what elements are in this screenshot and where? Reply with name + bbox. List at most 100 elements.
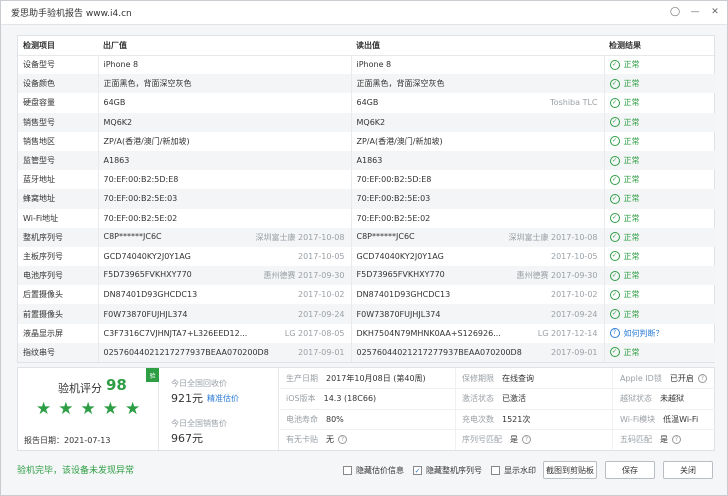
read-cell: GCD74040KY2J0Y1AG 2017-10-05	[350, 246, 604, 267]
factory-cell: C3F7316C7VJHNJTA7+L326EED12... LG 2017-08…	[97, 323, 351, 343]
read-sub: 2017-09-24	[551, 309, 598, 319]
item-cell: 后置摄像头	[23, 290, 63, 300]
factory-cell: F5D73965FVKHXY770 惠州德赛 2017-09-30	[97, 266, 351, 286]
read-cell: ZP/A(香港/澳门/新加坡)	[350, 131, 604, 151]
col-read: 读出值	[351, 36, 604, 56]
score-label: 验机评分	[58, 382, 102, 395]
production-date: 生产日期 2017年10月08日 (第40周)	[286, 373, 426, 383]
result-cell: ✓ 正常	[603, 304, 716, 324]
check-circle-icon: ✓	[609, 59, 620, 70]
pin-icon[interactable]: ◯	[667, 4, 683, 20]
result-text: 正常	[623, 117, 640, 127]
item-cell: 蓝牙地址	[23, 175, 55, 185]
check-circle-icon: ✓	[609, 117, 620, 128]
star-icon: ★	[125, 399, 141, 419]
factory-value: 正面黑色，背面深空灰色	[103, 79, 192, 89]
read-cell: DKH7504N79MHNK0AA+S126926... LG 2017-12-1…	[350, 323, 604, 343]
save-button[interactable]: 保存	[605, 461, 655, 479]
result-text: 正常	[623, 271, 640, 281]
factory-sub: 2017-09-24	[298, 309, 345, 319]
read-cell: F0W73870FUJHJL374 2017-09-24	[350, 304, 604, 324]
read-sub: 惠州德赛 2017-09-30	[516, 271, 598, 281]
item-cell: 主板序列号	[23, 251, 63, 261]
check-circle-icon: ✓	[609, 213, 620, 224]
read-value: DN87401D93GHCDC13	[356, 290, 451, 300]
estimate-link[interactable]: 精准估价	[207, 393, 239, 404]
hide-price-checkbox[interactable]: 隐藏估价信息	[343, 465, 404, 476]
table-row: 监管型号 A1863 A1863 ✓ 正常	[18, 150, 716, 171]
factory-value: F0W73870FUJHJL374	[103, 309, 188, 319]
read-value: 02576044021217277937BEAA070200D8	[356, 347, 522, 357]
minimize-icon[interactable]: —	[687, 4, 703, 20]
col-item: 检测项目	[18, 36, 98, 56]
read-cell: DN87401D93GHCDC13 2017-10-02	[350, 285, 604, 305]
check-table: 检测项目 出厂值 读出值 检测结果 设备型号 iPhone 8 iPhone 8 ✓ 正…	[18, 36, 716, 362]
result-cell: ✓ 正常	[603, 189, 716, 209]
help-icon[interactable]: ?	[522, 434, 531, 444]
help-icon[interactable]: ?	[697, 373, 707, 383]
summary-panel: 验机评分 98 ★ ★ ★ ★ ★ 验 报告日期：2021-07-13 今日全国回收价 …	[17, 367, 716, 451]
report-date: 报告日期：2021-07-13	[24, 436, 111, 445]
factory-cell: C8P******JC6C 深圳富士康 2017-10-08	[97, 227, 351, 247]
help-icon[interactable]: ?	[338, 434, 347, 444]
col-result: 检测结果	[604, 36, 716, 56]
table-row: 蓝牙地址 70:EF:00:B2:5D:E8 70:EF:00:B2:5D:E8 ✓ 正…	[18, 170, 716, 190]
recycle-price: 921元	[171, 392, 203, 405]
result-cell: ✓ 正常	[603, 93, 716, 113]
read-value: iPhone 8	[356, 60, 392, 70]
charge-count: 充电次数 1521次	[462, 414, 531, 424]
read-cell: 70:EF:00:B2:5E:02	[350, 208, 604, 228]
checkbox-unchecked-icon	[491, 466, 500, 475]
factory-value: A1863	[103, 156, 130, 166]
help-icon[interactable]: ?	[672, 434, 681, 444]
check-circle-icon: ✓	[609, 78, 620, 89]
wifi-module: Wi-Fi模块 低温Wi-Fi	[620, 414, 699, 424]
factory-value: 02576044021217277937BEAA070200D8	[103, 347, 269, 357]
check-circle-icon: ✓	[609, 136, 620, 147]
star-icon: ★	[36, 399, 52, 419]
item-cell: 设备型号	[23, 60, 55, 70]
five-code-match: 五码匹配是?	[620, 429, 681, 449]
read-cell: 70:EF:00:B2:5E:03	[350, 189, 604, 209]
read-cell: 正面黑色，背面深空灰色	[350, 74, 604, 94]
status-message: 验机完毕，该设备未发现异常	[17, 466, 135, 476]
copy-to-clipboard-button[interactable]: 截图到剪贴板	[543, 461, 597, 479]
read-sub: 2017-10-02	[551, 290, 598, 300]
result-cell: ✓ 正常	[603, 170, 716, 190]
close-icon[interactable]: ✕	[707, 4, 723, 20]
result-cell: ✓ 正常	[603, 246, 716, 267]
check-table-panel: 检测项目 出厂值 读出值 检测结果 设备型号 iPhone 8 iPhone 8 ✓ 正…	[17, 35, 716, 363]
hide-serial-checkbox[interactable]: ✓ 隐藏整机序列号	[413, 465, 482, 476]
star-icon: ★	[102, 399, 118, 419]
factory-value: 70:EF:00:B2:5E:03	[103, 194, 178, 204]
result-cell: ✓ 正常	[603, 112, 716, 132]
apple-id-lock: Apple ID锁 已开启?	[620, 368, 707, 388]
check-circle-icon: ✓	[609, 193, 620, 204]
read-value: F5D73965FVKHXY770	[356, 270, 445, 280]
factory-sub: 2017-09-01	[298, 347, 345, 357]
how-to-judge-link[interactable]: 如何判断？	[624, 328, 664, 339]
check-circle-icon: ✓	[609, 289, 620, 300]
factory-value: C8P******JC6C	[103, 231, 162, 241]
read-cell: C8P******JC6C 深圳富士康 2017-10-08	[350, 227, 604, 247]
close-button[interactable]: 关闭	[663, 461, 713, 479]
table-row: 设备型号 iPhone 8 iPhone 8 ✓ 正常	[18, 55, 716, 75]
read-value: DKH7504N79MHNK0AA+S126926...	[356, 328, 501, 338]
result-text: 正常	[623, 232, 640, 242]
check-circle-icon: ✓	[609, 251, 620, 262]
factory-cell: MQ6K2	[97, 112, 351, 132]
table-row: 设备颜色 正面黑色，背面深空灰色 正面黑色，背面深空灰色 ✓ 正常	[18, 74, 716, 94]
item-cell: 液晶显示屏	[23, 328, 63, 338]
item-cell: 硬盘容量	[23, 98, 55, 108]
read-cell: iPhone 8	[350, 55, 604, 75]
factory-cell: 02576044021217277937BEAA070200D8 2017-09-…	[97, 342, 351, 362]
read-value: GCD74040KY2J0Y1AG	[356, 251, 444, 261]
check-circle-icon: ✓	[609, 309, 620, 320]
warranty-link[interactable]: 在线查询	[502, 373, 534, 384]
check-circle-icon: ✓	[609, 97, 620, 108]
result-cell: ✓ 正常	[603, 208, 716, 228]
show-watermark-checkbox[interactable]: 显示水印	[491, 465, 536, 476]
window-controls: ◯ — ✕	[667, 4, 723, 20]
result-cell: ✓ 正常	[603, 74, 716, 94]
read-cell: F5D73965FVKHXY770 惠州德赛 2017-09-30	[350, 266, 604, 286]
